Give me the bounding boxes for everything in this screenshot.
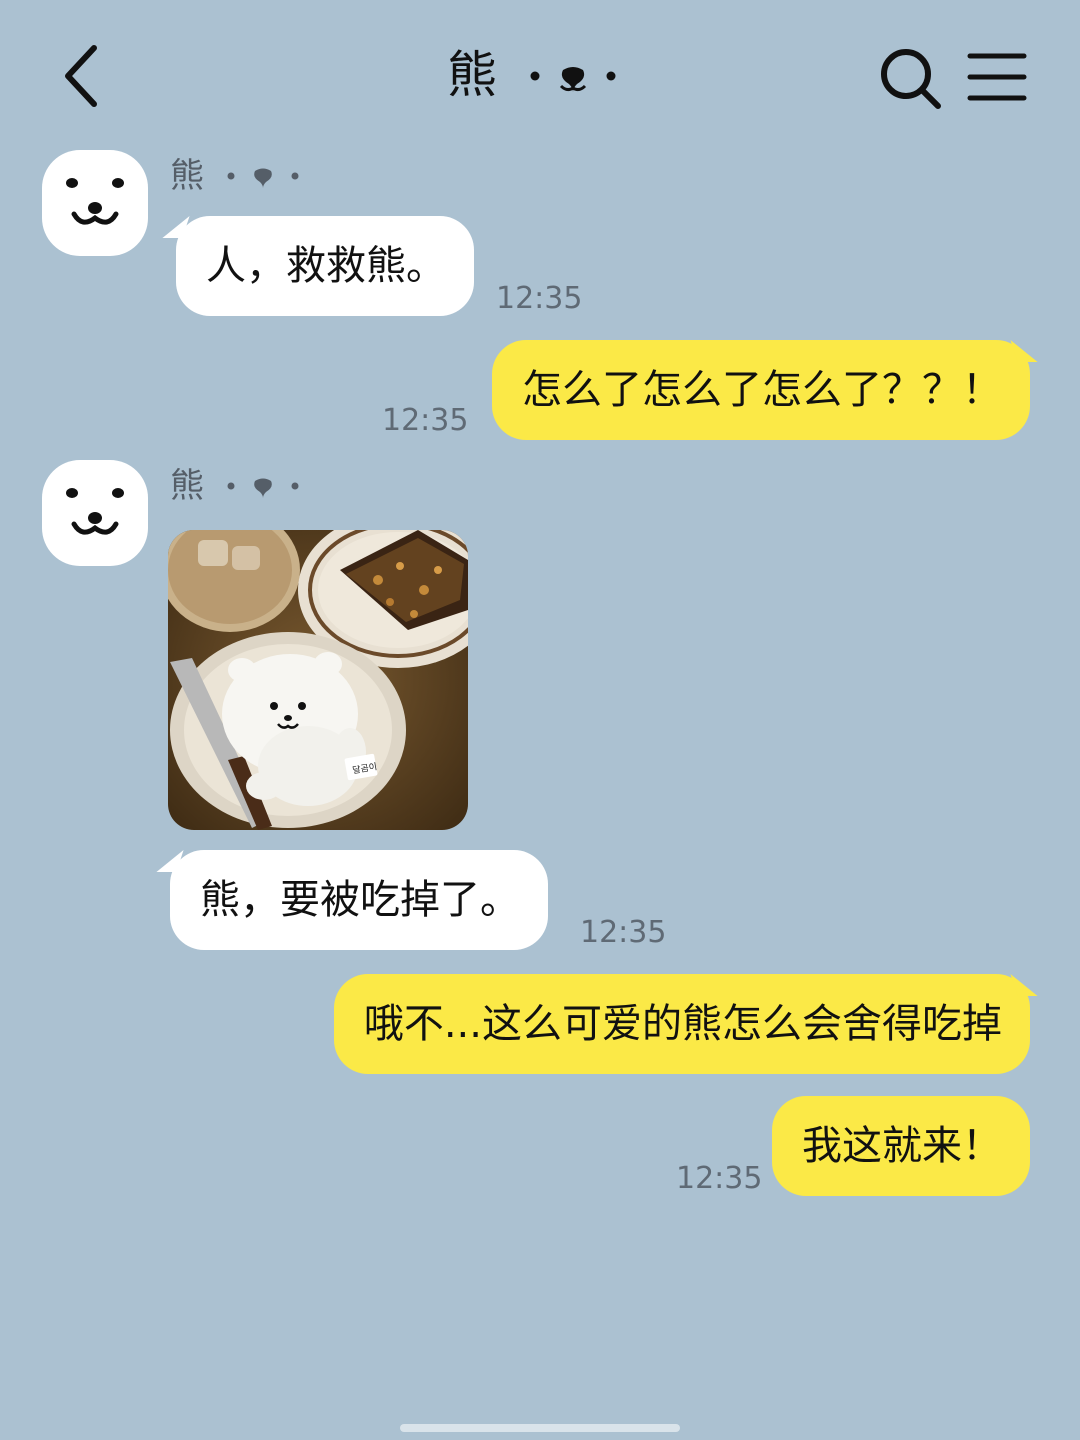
message-bubble-incoming[interactable]: 熊，要被吃掉了。 [170,850,548,950]
bear-avatar-icon [66,178,124,225]
sender-name-text: 熊 [170,466,204,506]
menu-icon[interactable] [966,50,1028,104]
avatar[interactable] [42,150,148,256]
bear-face-icon [227,168,299,188]
message-text: 人，救救熊。 [206,243,446,289]
message-time: 12:35 [580,915,667,950]
home-indicator [400,1424,680,1432]
avatar[interactable] [42,460,148,566]
sender-name-text: 熊 [170,156,204,196]
message-text: 怎么了怎么了怎么了？？！ [522,367,1002,413]
chat-header: 熊 [0,0,1080,150]
message-bubble-outgoing[interactable]: 哦不...这么可爱的熊怎么会舍得吃掉 [333,974,1030,1074]
chat-title-text: 熊 [447,46,498,104]
sender-name: 熊 [170,156,311,196]
message-bubble-incoming[interactable]: 人，救救熊。 [176,216,474,316]
message-bubble-outgoing[interactable]: 怎么了怎么了怎么了？？！ [492,340,1030,440]
message-time: 12:35 [676,1161,763,1196]
message-text: 哦不...这么可爱的熊怎么会舍得吃掉 [363,1001,1002,1047]
photo-bear-plush-image: 달곰이 [168,530,468,830]
message-bubble-outgoing[interactable]: 我这就来！ [772,1096,1030,1196]
sender-name: 熊 [170,466,311,506]
photo-message[interactable]: 달곰이 [168,530,468,830]
bear-avatar-icon [66,488,124,535]
message-text: 熊，要被吃掉了。 [200,877,520,923]
search-icon[interactable] [876,44,946,114]
message-time: 12:35 [382,403,469,438]
message-time: 12:35 [496,281,583,316]
bear-face-icon [227,478,299,498]
bear-face-icon [530,66,616,92]
message-text: 我这就来！ [802,1123,1002,1169]
